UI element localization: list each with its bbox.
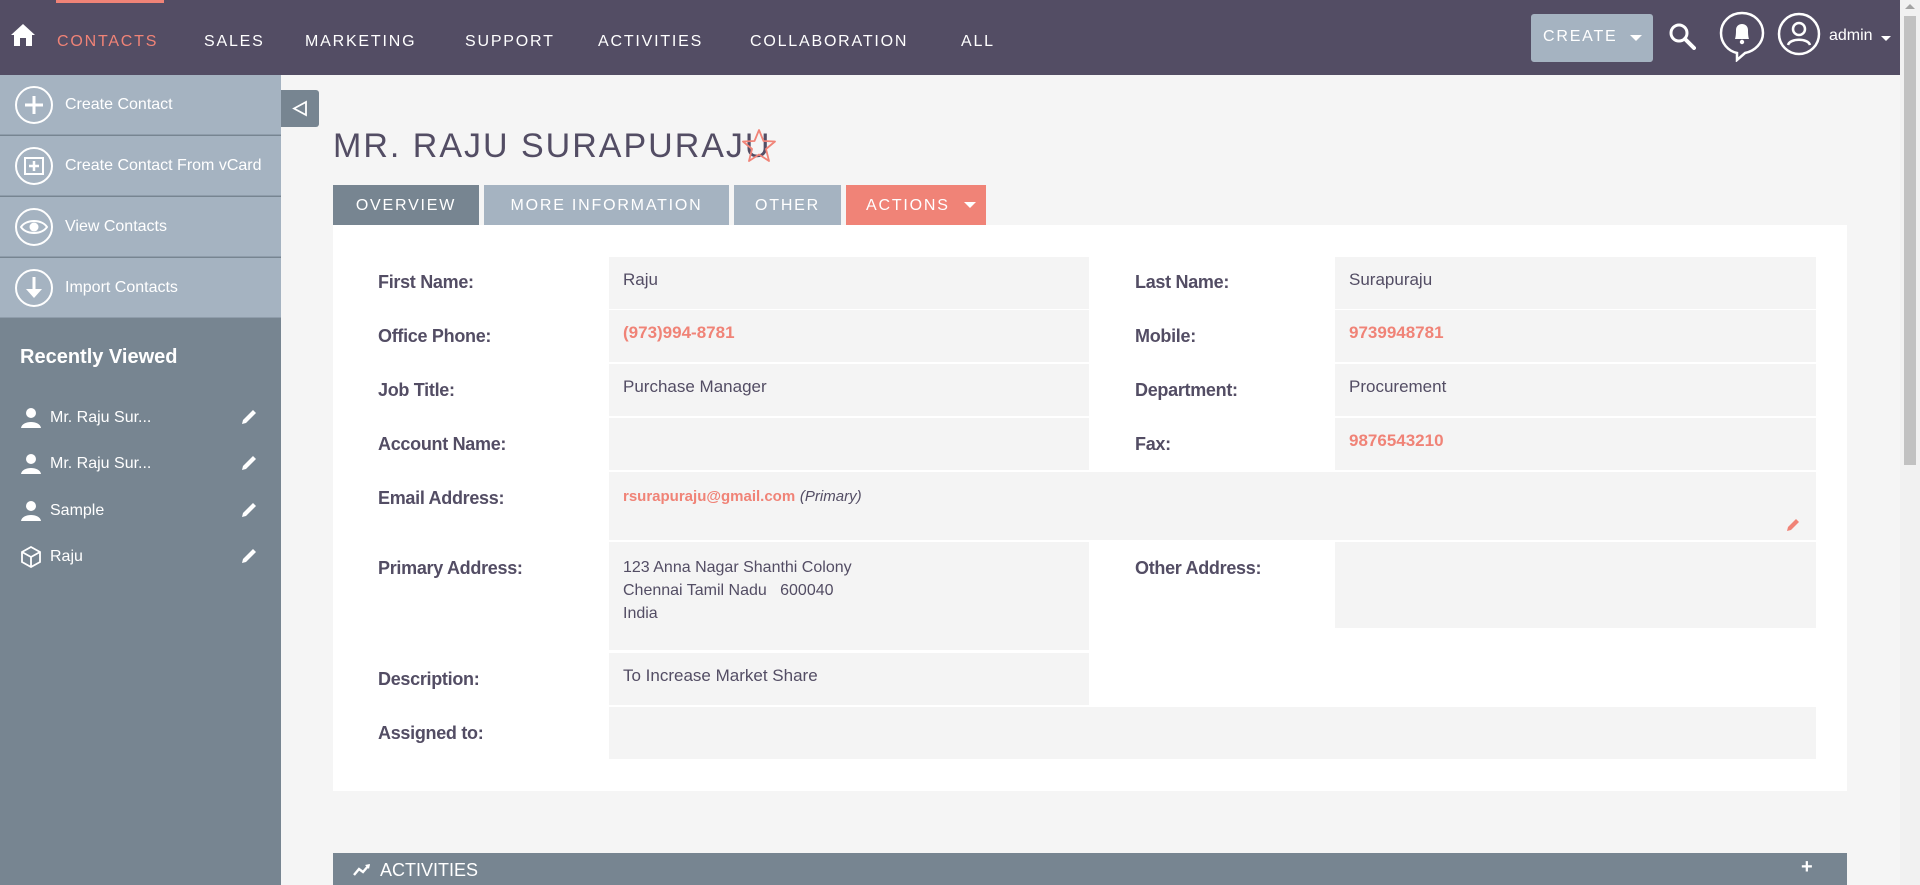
pencil-icon[interactable] — [239, 500, 259, 520]
home-icon[interactable] — [10, 22, 36, 48]
user-avatar-icon[interactable] — [1777, 12, 1821, 56]
primary-address-label: Primary Address: — [378, 558, 523, 578]
activities-title: ACTIVITIES — [380, 860, 479, 880]
account-name-label: Account Name: — [378, 434, 507, 454]
scrollbar-thumb[interactable] — [1904, 16, 1916, 465]
fax-label: Fax: — [1135, 434, 1171, 454]
person-icon — [21, 408, 41, 428]
eye-icon — [15, 208, 53, 246]
triangle-left-icon — [292, 100, 307, 117]
pencil-icon[interactable] — [239, 407, 259, 427]
nav-all[interactable]: ALL — [961, 33, 995, 51]
cube-icon — [21, 546, 41, 568]
last-name-label: Last Name: — [1135, 272, 1230, 292]
vcard-plus-icon — [15, 147, 53, 185]
sidebar-action-label: Create Contact From vCard — [65, 157, 262, 174]
mobile-value[interactable]: 9739948781 — [1335, 310, 1816, 362]
email-primary-tag: (Primary) — [799, 488, 862, 505]
plus-circle-icon — [15, 86, 53, 124]
description-label: Description: — [378, 669, 480, 689]
office-phone-value[interactable]: (973)994-8781 — [609, 310, 1089, 362]
pencil-icon[interactable] — [239, 453, 259, 473]
email-value-field[interactable]: rsurapuraju@gmail.com (Primary) — [609, 472, 1816, 540]
job-title-value[interactable]: Purchase Manager — [609, 364, 1089, 416]
activity-chart-icon — [353, 864, 370, 876]
download-arrow-icon — [15, 269, 53, 307]
chevron-down-icon — [1630, 35, 1642, 41]
address-line: Chennai Tamil Nadu 600040 — [623, 582, 834, 599]
sidebar-view-contacts[interactable]: View Contacts — [0, 197, 281, 257]
recent-item-label: Mr. Raju Sur... — [50, 455, 152, 472]
search-icon[interactable] — [1668, 22, 1696, 50]
recent-item-label: Sample — [50, 502, 105, 519]
account-name-value[interactable] — [609, 418, 1089, 470]
activities-subpanel-header[interactable]: ACTIVITIES + — [333, 853, 1847, 885]
actions-dropdown[interactable]: ACTIONS — [846, 185, 986, 225]
job-title-label: Job Title: — [378, 380, 455, 400]
nav-support[interactable]: SUPPORT — [465, 33, 555, 51]
chevron-down-icon[interactable] — [1881, 36, 1891, 41]
department-value[interactable]: Procurement — [1335, 364, 1816, 416]
first-name-label: First Name: — [378, 272, 474, 292]
assigned-to-value[interactable] — [609, 707, 1816, 759]
recent-item[interactable]: Mr. Raju Sur... — [0, 397, 281, 437]
nav-marketing[interactable]: MARKETING — [305, 33, 416, 51]
person-icon — [21, 454, 41, 474]
tab-more-information[interactable]: MORE INFORMATION — [484, 185, 729, 225]
recent-item-label: Mr. Raju Sur... — [50, 409, 152, 426]
pencil-icon[interactable] — [239, 546, 259, 566]
tab-overview[interactable]: OVERVIEW — [333, 185, 479, 225]
nav-collaboration[interactable]: COLLABORATION — [750, 33, 908, 51]
person-icon — [21, 501, 41, 521]
pencil-icon[interactable] — [1784, 516, 1802, 534]
sidebar-action-label: Import Contacts — [65, 279, 178, 296]
recently-viewed-heading: Recently Viewed — [20, 346, 178, 368]
active-tab-indicator — [56, 0, 164, 3]
add-activity-button[interactable]: + — [1801, 856, 1813, 879]
collapse-sidebar-button[interactable] — [281, 90, 319, 127]
sidebar-import-contacts[interactable]: Import Contacts — [0, 258, 281, 318]
recent-item-label: Raju — [50, 548, 83, 565]
create-button[interactable]: CREATE — [1531, 14, 1653, 62]
primary-address-value[interactable]: 123 Anna Nagar Shanthi Colony Chennai Ta… — [609, 542, 1089, 650]
first-name-value[interactable]: Raju — [609, 257, 1089, 309]
recent-item[interactable]: Mr. Raju Sur... — [0, 443, 281, 483]
scroll-up-arrow-icon[interactable] — [1905, 4, 1915, 9]
top-navigation: CONTACTS SALES MARKETING SUPPORT ACTIVIT… — [0, 0, 1900, 75]
email-link[interactable]: rsurapuraju@gmail.com — [623, 488, 795, 505]
office-phone-label: Office Phone: — [378, 326, 492, 346]
address-line: India — [623, 605, 658, 622]
department-label: Department: — [1135, 380, 1238, 400]
favorite-star-icon[interactable] — [740, 127, 778, 165]
bell-icon[interactable] — [1718, 10, 1766, 62]
page-title: MR. RAJU SURAPURAJU — [333, 127, 772, 165]
actions-label: ACTIONS — [866, 197, 950, 214]
recent-item[interactable]: Sample — [0, 490, 281, 530]
sidebar-action-label: View Contacts — [65, 218, 167, 235]
nav-activities[interactable]: ACTIVITIES — [598, 33, 703, 51]
assigned-to-label: Assigned to: — [378, 723, 484, 743]
nav-contacts[interactable]: CONTACTS — [57, 33, 158, 51]
create-button-label: CREATE — [1543, 28, 1618, 45]
detail-panel: First Name: Raju Last Name: Surapuraju O… — [333, 225, 1847, 791]
fax-value[interactable]: 9876543210 — [1335, 418, 1816, 470]
last-name-value[interactable]: Surapuraju — [1335, 257, 1816, 309]
other-address-value[interactable] — [1335, 542, 1816, 628]
recent-item[interactable]: Raju — [0, 536, 281, 576]
description-value[interactable]: To Increase Market Share — [609, 653, 1089, 705]
tab-other[interactable]: OTHER — [734, 185, 841, 225]
address-line: 123 Anna Nagar Shanthi Colony — [623, 559, 852, 576]
user-menu-name[interactable]: admin — [1829, 27, 1873, 45]
nav-sales[interactable]: SALES — [204, 33, 265, 51]
mobile-label: Mobile: — [1135, 326, 1196, 346]
email-label: Email Address: — [378, 488, 505, 508]
sidebar-create-from-vcard[interactable]: Create Contact From vCard — [0, 136, 281, 196]
sidebar-create-contact[interactable]: Create Contact — [0, 75, 281, 135]
chevron-down-icon — [964, 202, 976, 208]
sidebar-action-label: Create Contact — [65, 96, 173, 113]
other-address-label: Other Address: — [1135, 558, 1262, 578]
